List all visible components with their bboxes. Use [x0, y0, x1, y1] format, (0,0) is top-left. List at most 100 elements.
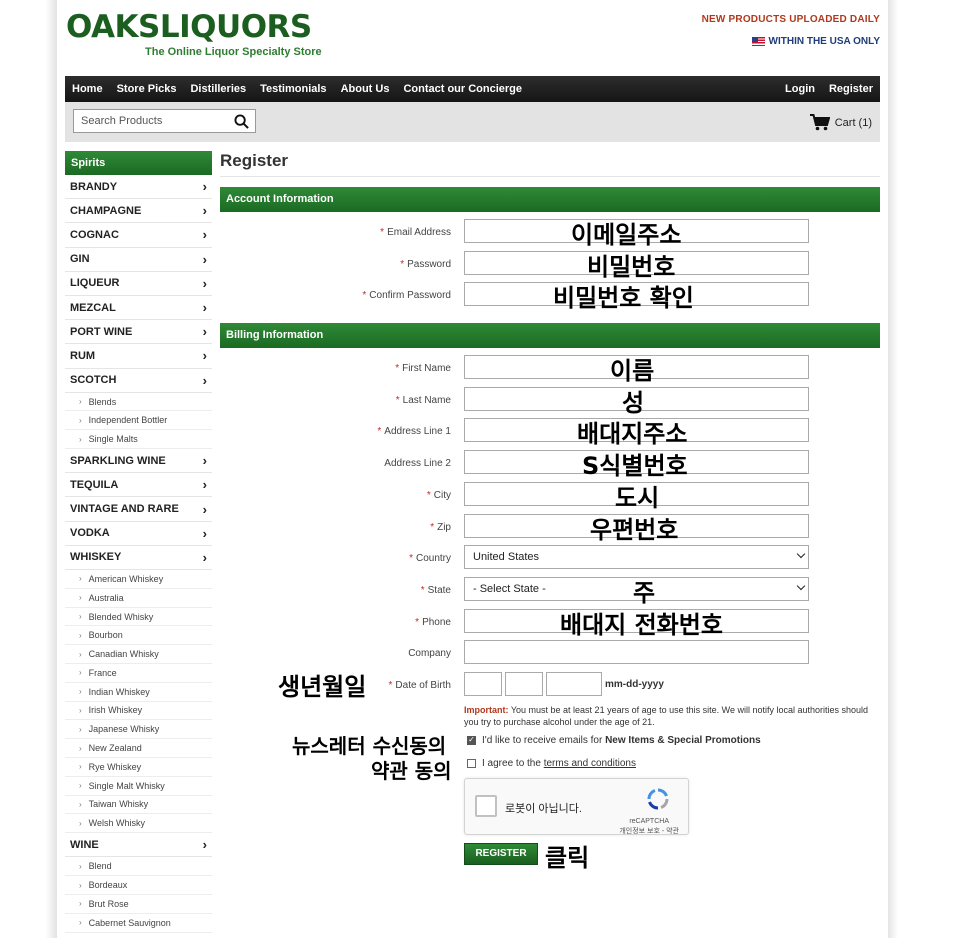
- sidebar-sub-item[interactable]: › Blend: [65, 857, 212, 877]
- dob-day-field[interactable]: [505, 671, 543, 696]
- cart-label: Cart (1): [834, 116, 872, 129]
- chevron-right-icon: ›: [202, 203, 207, 219]
- register-form: Register Account Information * Email Addr…: [220, 151, 880, 799]
- new-products-notice: NEW PRODUCTS UPLOADED DAILY: [701, 14, 880, 25]
- last-name-row: * Last Name 성: [220, 386, 880, 419]
- email-annotation: 이메일주소: [571, 221, 682, 249]
- dob-annotation: 생년월일: [278, 672, 367, 701]
- dob-year-field[interactable]: [546, 671, 602, 696]
- newsletter-checkbox-row[interactable]: ✓ I'd like to receive emails for New Ite…: [467, 735, 761, 746]
- sidebar-sub-item[interactable]: › Cabernet Sauvignon: [65, 914, 212, 933]
- confirm-password-annotation: 비밀번호 확인: [553, 284, 694, 313]
- address-line-1-row: * Address Line 1 배대지주소: [220, 418, 880, 450]
- dob-month-field[interactable]: [464, 671, 502, 696]
- phone-annotation: 배대지 전화번호: [560, 610, 723, 639]
- nav-store-picks[interactable]: Store Picks: [110, 83, 184, 95]
- cart-button[interactable]: Cart (1): [809, 114, 872, 131]
- sidebar-sub-item[interactable]: › Bourbon: [65, 626, 212, 646]
- company-field[interactable]: [464, 640, 809, 665]
- zip-row: * Zip 우편번호: [220, 513, 880, 546]
- nav-about-us[interactable]: About Us: [334, 83, 397, 95]
- sidebar-item-scotch[interactable]: SCOTCH ›: [65, 369, 212, 393]
- country-select[interactable]: United States: [464, 545, 809, 570]
- first-name-row: * First Name 이름: [220, 355, 880, 387]
- sidebar-sub-item[interactable]: › New Zealand: [65, 739, 212, 758]
- chevron-right-icon: ›: [202, 372, 207, 388]
- sidebar-sub-item[interactable]: › France: [65, 664, 212, 683]
- chevron-right-icon: ›: [202, 837, 207, 853]
- sidebar-item-port-wine[interactable]: PORT WINE ›: [65, 320, 212, 345]
- company-label: Company: [408, 648, 451, 660]
- sidebar-sub-item[interactable]: › Blends: [65, 393, 212, 412]
- sidebar-sub-item[interactable]: › Taiwan Whisky: [65, 796, 212, 815]
- address-line-2-annotation: S식별번호: [582, 452, 688, 481]
- newsletter-checkbox[interactable]: ✓: [467, 735, 476, 745]
- search-icon[interactable]: [234, 114, 249, 129]
- sidebar-sub-item[interactable]: › Bordeaux: [65, 876, 212, 895]
- register-button[interactable]: REGISTER: [464, 843, 538, 865]
- logo[interactable]: OAKSLIQUORS The Online Liquor Specialty …: [66, 10, 322, 58]
- sidebar-item-mezcal[interactable]: MEZCAL ›: [65, 296, 212, 321]
- cart-icon: [809, 114, 830, 131]
- city-label: * City: [426, 489, 451, 501]
- sidebar-item-brandy[interactable]: BRANDY ›: [65, 175, 212, 200]
- main-nav: Home Store Picks Distilleries Testimonia…: [65, 76, 880, 102]
- sidebar-item-vodka[interactable]: VODKA ›: [65, 522, 212, 546]
- sidebar-item-champagne[interactable]: CHAMPAGNE ›: [65, 199, 212, 224]
- sidebar-sub-item[interactable]: › Independent Bottler: [65, 411, 212, 431]
- sidebar-sub-item[interactable]: › Indian Whiskey: [65, 683, 212, 702]
- sidebar-sub-item[interactable]: › Single Malts: [65, 430, 212, 450]
- terms-link[interactable]: terms and conditions: [544, 758, 636, 769]
- sidebar-item-tequila[interactable]: TEQUILA ›: [65, 473, 212, 498]
- state-row: * State - Select State - 주: [220, 576, 880, 609]
- search-input[interactable]: [74, 115, 229, 127]
- us-flag-icon: [751, 37, 765, 46]
- first-name-annotation: 이름: [610, 357, 655, 386]
- email-row: * Email Address 이메일주소: [220, 219, 880, 251]
- sidebar-sub-item[interactable]: › American Whiskey: [65, 570, 212, 589]
- chevron-right-icon: ›: [202, 549, 207, 565]
- nav-contact-concierge[interactable]: Contact our Concierge: [396, 83, 529, 95]
- last-name-label: * Last Name: [395, 394, 451, 406]
- sidebar-item-rum[interactable]: RUM ›: [65, 344, 212, 369]
- sidebar-item-liqueur[interactable]: LIQUEUR ›: [65, 272, 212, 296]
- usa-only-notice: WITHIN THE USA ONLY: [702, 36, 880, 47]
- sidebar-sub-item[interactable]: › Welsh Whisky: [65, 814, 212, 834]
- nav-distilleries[interactable]: Distilleries: [183, 83, 253, 95]
- nav-register[interactable]: Register: [822, 83, 880, 95]
- terms-checkbox-row[interactable]: I agree to the terms and conditions: [467, 758, 636, 769]
- sidebar-sub-item[interactable]: › Japanese Whisky: [65, 720, 212, 740]
- search-box: [73, 109, 256, 133]
- sidebar-item-sparkling-wine[interactable]: SPARKLING WINE ›: [65, 449, 212, 474]
- city-annotation: 도시: [615, 483, 660, 512]
- sidebar-item-gin[interactable]: GIN ›: [65, 248, 212, 272]
- recaptcha-widget: 로봇이 아닙니다. reCAPTCHA 개인정보 보호 - 약관: [464, 778, 689, 835]
- sidebar-sub-item[interactable]: › Australia: [65, 589, 212, 608]
- chevron-right-icon: ›: [202, 275, 207, 291]
- sidebar-sub-item[interactable]: › Blended Whisky: [65, 608, 212, 627]
- chevron-right-icon: ›: [202, 501, 207, 517]
- nav-home[interactable]: Home: [65, 83, 110, 95]
- age-notice: Important: You must be at least 21 years…: [464, 704, 869, 727]
- last-name-annotation: 성: [622, 388, 645, 417]
- sidebar-item-cognac[interactable]: COGNAC ›: [65, 223, 212, 248]
- sidebar-sub-item[interactable]: › Single Malt Whisky: [65, 777, 212, 796]
- nav-login[interactable]: Login: [778, 83, 822, 95]
- sidebar-sub-item[interactable]: › Brut Rose: [65, 895, 212, 914]
- sidebar-item-wine[interactable]: WINE ›: [65, 833, 212, 858]
- confirm-password-label: * Confirm Password: [362, 290, 451, 302]
- sidebar-item-vintage-and-rare[interactable]: VINTAGE AND RARE ›: [65, 497, 212, 522]
- sidebar-sub-item[interactable]: › Irish Whiskey: [65, 702, 212, 721]
- address-line-1-label: * Address Line 1: [377, 426, 451, 438]
- terms-checkbox[interactable]: [467, 758, 476, 768]
- sidebar-sub-item[interactable]: › Canadian Whisky: [65, 645, 212, 664]
- recaptcha-checkbox[interactable]: [475, 795, 497, 817]
- sidebar-heading: Spirits: [65, 151, 212, 175]
- register-annotation: 클릭: [545, 844, 590, 872]
- sidebar-sub-item[interactable]: › Rye Whiskey: [65, 758, 212, 777]
- nav-testimonials[interactable]: Testimonials: [253, 83, 333, 95]
- sidebar-item-whiskey[interactable]: WHISKEY ›: [65, 546, 212, 571]
- billing-info-heading: Billing Information: [220, 323, 880, 349]
- right-gutter: [887, 0, 960, 938]
- chevron-right-icon: ›: [202, 179, 207, 195]
